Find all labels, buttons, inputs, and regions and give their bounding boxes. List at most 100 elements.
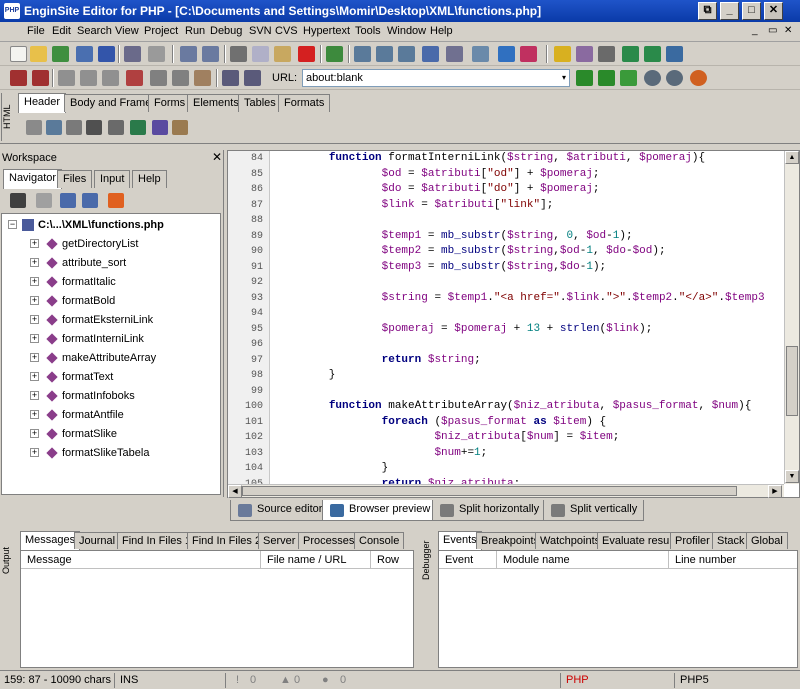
scroll-left-icon[interactable]: ◀ — [228, 485, 242, 498]
code-line[interactable]: $niz_atributa[$num] = $item; — [276, 431, 619, 443]
code-line[interactable]: return $string; — [276, 354, 481, 366]
tab-find-in-files-2[interactable]: Find In Files 2 — [187, 532, 267, 549]
code-line[interactable]: $temp2 = mb_substr($string,$od-1, $do-$o… — [276, 245, 666, 257]
menu-tools[interactable]: Tools — [355, 25, 381, 37]
vertical-scrollbar[interactable]: ▲ ▼ — [784, 151, 799, 484]
code-line[interactable]: $temp1 = mb_substr($string, 0, $od-1); — [276, 230, 633, 242]
add-bookmark-icon[interactable] — [498, 46, 515, 62]
redo-icon[interactable] — [202, 46, 219, 62]
print-preview-icon[interactable] — [446, 46, 463, 62]
tab-split-horizontally[interactable]: Split horizontally — [432, 500, 547, 521]
scroll-down-icon[interactable]: ▼ — [785, 470, 799, 483]
new-file-icon[interactable] — [10, 46, 27, 62]
stop-icon[interactable] — [126, 70, 143, 86]
menu-window[interactable]: Window — [387, 25, 426, 37]
collapse-all-icon[interactable] — [82, 193, 98, 208]
save-icon[interactable] — [98, 46, 115, 62]
code-line[interactable]: $num+=1; — [276, 447, 487, 459]
code-line[interactable]: $string = $temp1."<a href=".$link.">".$t… — [276, 292, 765, 304]
tab-console[interactable]: Console — [354, 532, 405, 549]
globe-icon[interactable] — [76, 46, 93, 62]
link-icon[interactable] — [244, 70, 261, 86]
menu-edit[interactable]: Edit — [52, 25, 71, 37]
doctype-icon[interactable] — [26, 120, 42, 135]
save-all-icon[interactable] — [124, 46, 141, 62]
tab-messages[interactable]: Messages — [20, 531, 81, 550]
tab-journal[interactable]: Journal — [74, 532, 121, 549]
column-event[interactable]: Event — [439, 551, 497, 569]
tab-navigator[interactable]: Navigator — [3, 169, 63, 189]
close-button[interactable]: ✕ — [764, 2, 783, 20]
tab-forms[interactable]: Forms — [148, 94, 192, 112]
tab-source-editor[interactable]: Source editor — [230, 500, 330, 521]
tab-help[interactable]: Help — [132, 170, 167, 188]
tab-split-vertically[interactable]: Split vertically — [543, 500, 645, 521]
debug-run-icon[interactable] — [32, 70, 49, 86]
menu-view[interactable]: View — [115, 25, 139, 37]
back-icon[interactable] — [644, 70, 661, 86]
menu-svn[interactable]: SVN — [249, 25, 272, 37]
hand-icon[interactable] — [194, 70, 211, 86]
remove-bookmark-icon[interactable] — [520, 46, 537, 62]
tab-browser-preview[interactable]: Browser preview — [322, 500, 438, 521]
refresh-tree-icon[interactable] — [108, 193, 124, 208]
tab-breakpoints[interactable]: Breakpoints — [476, 532, 545, 549]
step-over-icon[interactable] — [80, 70, 97, 86]
paste-icon[interactable] — [274, 46, 291, 62]
tab-watchpoints[interactable]: Watchpoints — [535, 532, 606, 549]
code-editor[interactable]: 84 85 86 87 88 89 90 91 92 93 94 95 96 97 98 99 100 101 10… — [227, 150, 800, 498]
browser-icon[interactable] — [690, 70, 707, 86]
tab-elements[interactable]: Elements — [187, 94, 245, 112]
find-next-icon[interactable] — [376, 46, 393, 62]
code-area[interactable]: function formatInterniLink($string, $atr… — [228, 151, 784, 484]
style-icon[interactable] — [152, 120, 168, 135]
vertical-scroll-thumb[interactable] — [786, 346, 798, 416]
mdi-minimize-button[interactable]: _ — [752, 25, 758, 36]
refresh-icon[interactable] — [620, 70, 637, 86]
column-line-number[interactable]: Line number — [669, 551, 797, 569]
html-export-icon[interactable] — [666, 46, 683, 62]
tab-stack[interactable]: Stack — [712, 532, 750, 549]
watch-icon[interactable] — [172, 70, 189, 86]
forward-icon[interactable] — [666, 70, 683, 86]
wand-icon[interactable] — [554, 46, 571, 62]
tab-find-in-files-1[interactable]: Find In Files 1 — [117, 532, 197, 549]
column-module-name[interactable]: Module name — [497, 551, 669, 569]
mdi-close-button[interactable]: ✕ — [784, 25, 792, 36]
script-icon[interactable] — [172, 120, 188, 135]
menu-file[interactable]: File — [27, 25, 45, 37]
select-all-icon[interactable] — [326, 46, 343, 62]
menu-search[interactable]: Search — [77, 25, 112, 37]
expand-all-icon[interactable] — [60, 193, 76, 208]
link-tag-icon[interactable] — [130, 120, 146, 135]
mdi-restore-button[interactable]: ▭ — [768, 25, 777, 36]
code-line[interactable]: function formatInterniLink($string, $atr… — [276, 152, 705, 164]
step-out-icon[interactable] — [102, 70, 119, 86]
url-input[interactable] — [302, 69, 570, 87]
tools-icon[interactable] — [598, 46, 615, 62]
title-icon[interactable] — [66, 120, 82, 135]
zoom-icon[interactable] — [472, 46, 489, 62]
meta-icon[interactable] — [46, 120, 62, 135]
tab-processes[interactable]: Processes — [298, 532, 360, 549]
code-line[interactable]: $od = $atributi["od"] + $pomeraj; — [276, 168, 600, 180]
go-icon[interactable] — [576, 70, 593, 86]
run-icon[interactable] — [10, 70, 27, 86]
tab-header[interactable]: Header — [18, 93, 67, 113]
brush-icon[interactable] — [576, 46, 593, 62]
tag-icon[interactable] — [222, 70, 239, 86]
evaluate-icon[interactable] — [150, 70, 167, 86]
minimize-button[interactable]: _ — [720, 2, 739, 20]
url-dropdown-icon[interactable]: ▾ — [558, 72, 570, 84]
tab-files[interactable]: Files — [57, 170, 93, 188]
code-line[interactable]: $do = $atributi["do"] + $pomeraj; — [276, 183, 600, 195]
copy-icon[interactable] — [252, 46, 269, 62]
code-line[interactable]: $temp3 = mb_substr($string,$do-1); — [276, 261, 607, 273]
menu-debug[interactable]: Debug — [210, 25, 242, 37]
tab-input[interactable]: Input — [94, 170, 131, 188]
grid-icon[interactable] — [86, 120, 102, 135]
column-message[interactable]: Message — [21, 551, 261, 569]
find-in-files-icon[interactable] — [422, 46, 439, 62]
workspace-close-icon[interactable]: ✕ — [212, 150, 222, 164]
code-line[interactable]: function makeAttributeArray($niz_atribut… — [276, 400, 752, 412]
